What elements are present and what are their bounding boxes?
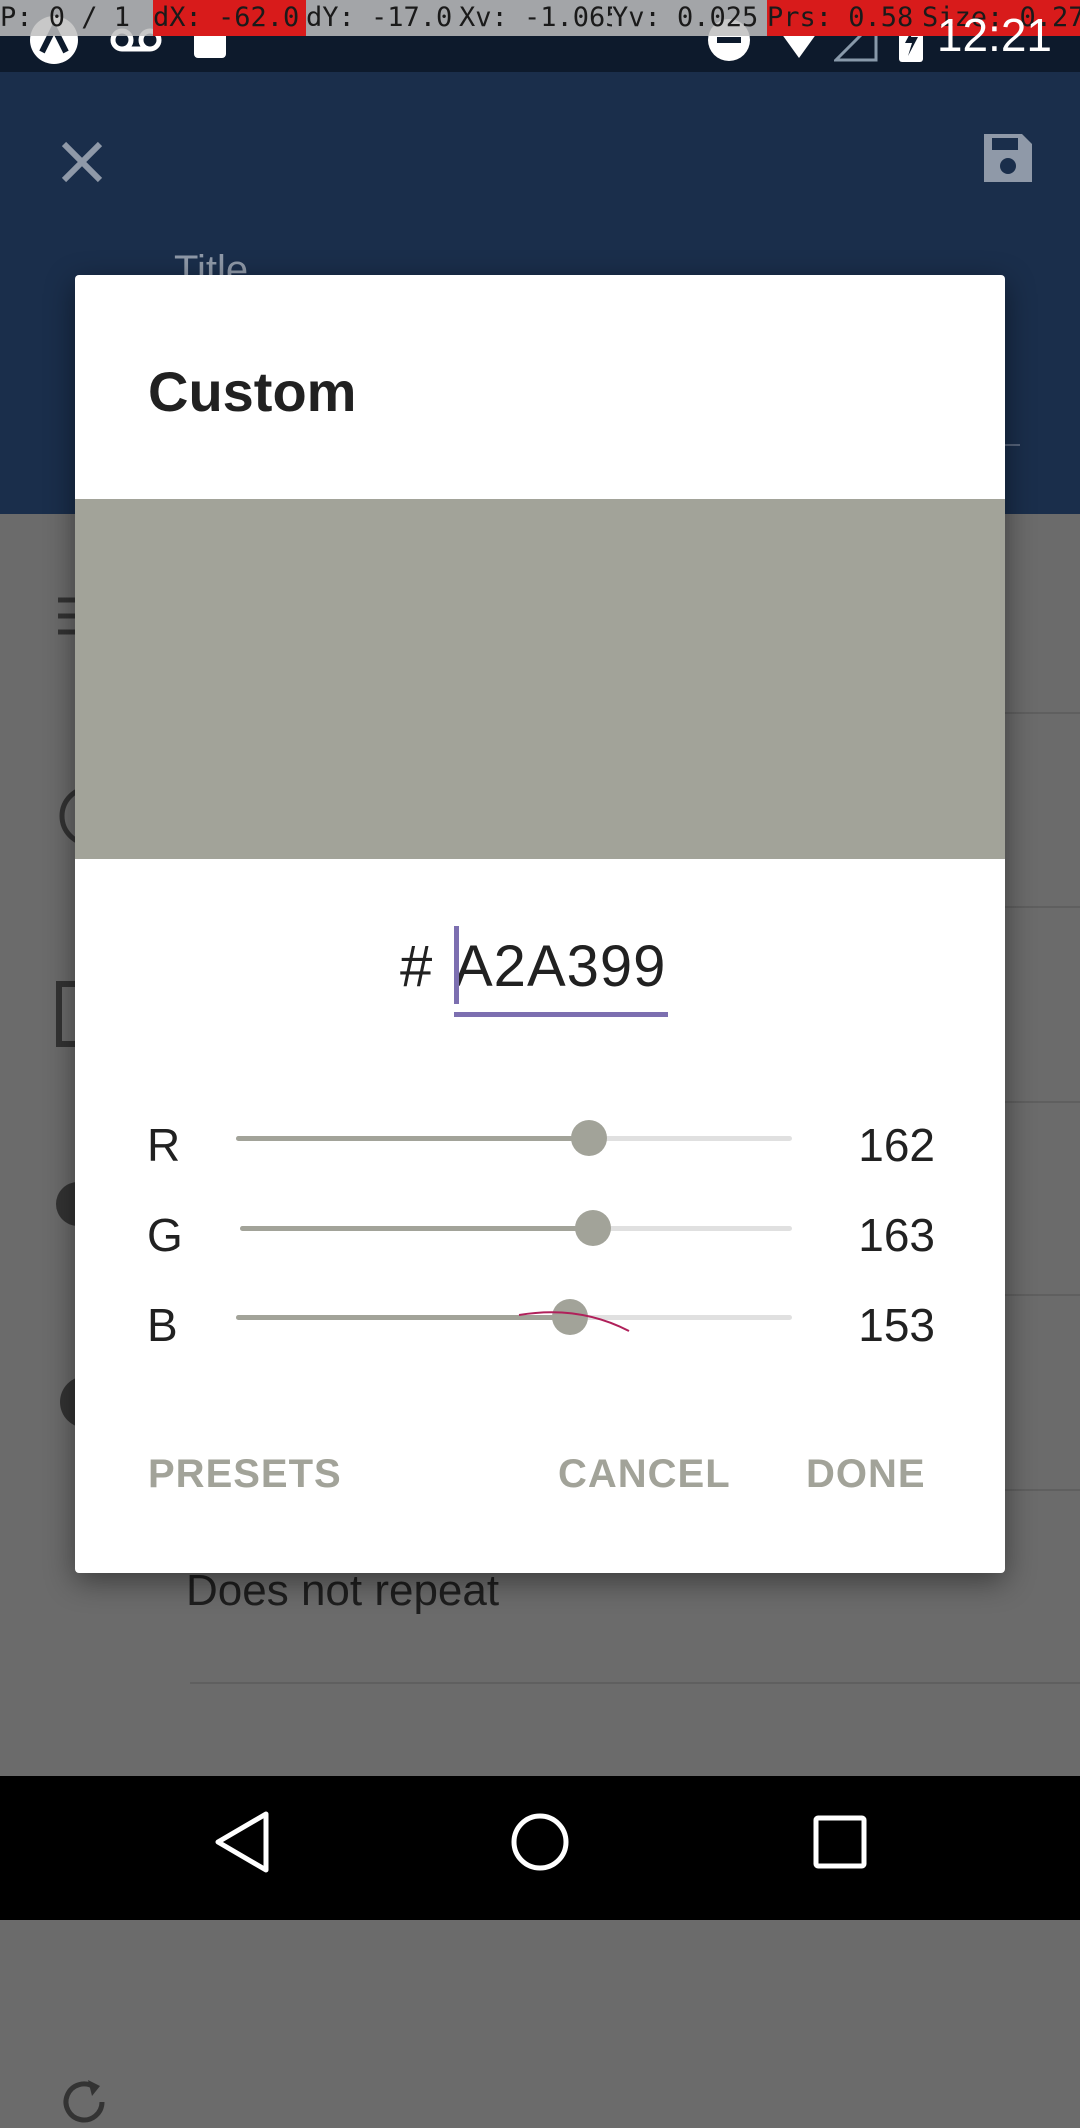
navigation-bar [0,1776,1080,1920]
red-value: 162 [858,1119,935,1171]
hex-value: A2A399 [454,934,667,999]
green-label: G [147,1209,183,1261]
red-slider[interactable] [236,1120,792,1156]
debug-prs: Prs: 0.58 [767,0,922,36]
divider [190,1682,1080,1684]
red-slider-thumb[interactable] [571,1120,608,1156]
color-preview-swatch [75,499,1005,859]
red-label: R [147,1119,181,1171]
save-icon[interactable] [980,130,1036,186]
presets-button[interactable]: PRESETS [148,1452,342,1497]
recents-icon[interactable] [812,1810,868,1874]
blue-slider[interactable] [236,1299,792,1335]
clock: 12:21 [936,9,1052,61]
repeat-setting[interactable]: Does not repeat [186,1566,499,1616]
debug-pointer: P: 0 / 1 [0,0,153,36]
green-slider-fill [240,1226,593,1231]
debug-dx: dX: -62.0 [153,0,306,36]
green-slider[interactable] [240,1210,792,1246]
home-icon[interactable] [510,1810,570,1874]
touch-trace [518,1311,630,1332]
debug-dy: dY: -17.0 [306,0,459,36]
hex-input[interactable]: A2A399 [454,923,668,1013]
dialog-title: Custom [148,360,357,423]
cancel-button[interactable]: CANCEL [558,1452,731,1497]
blue-value: 153 [858,1299,935,1351]
custom-color-dialog: Custom # A2A399 R 162 G 163 B 153 PRESET… [75,275,1005,1573]
settings-icon [56,1182,78,1226]
debug-xv: Xv: -1.065 [459,0,612,36]
status-bar: P: 0 / 1 dX: -62.0 dY: -17.0 Xv: -1.065 … [0,0,1080,72]
repeat-icon [63,2080,105,2123]
red-slider-fill [236,1136,590,1141]
hex-prefix: # [400,934,433,999]
done-button[interactable]: DONE [806,1452,926,1497]
green-value: 163 [858,1209,935,1261]
back-icon[interactable] [212,1810,272,1874]
text-cursor [454,926,459,1004]
green-slider-thumb[interactable] [574,1210,611,1246]
close-icon[interactable] [58,138,106,186]
pointer-debug-overlay: P: 0 / 1 dX: -62.0 dY: -17.0 Xv: -1.065 … [0,0,1080,36]
blue-label: B [147,1299,178,1351]
hex-input-underline [454,1012,668,1017]
debug-yv: Yv: 0.025 [612,0,767,36]
